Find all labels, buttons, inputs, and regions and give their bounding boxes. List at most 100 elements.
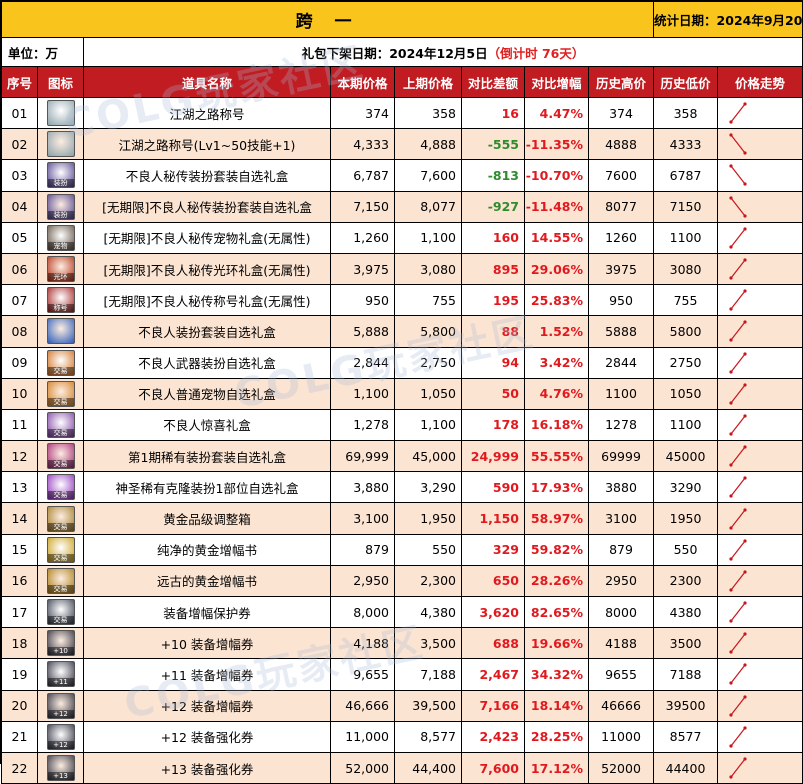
price-change-pct: 17.12% bbox=[524, 751, 589, 784]
history-low: 7188 bbox=[653, 658, 719, 691]
item-name: 神圣稀有克隆装扮1部位自选礼盒 bbox=[83, 471, 331, 504]
icon-tag: 装扮 bbox=[47, 210, 74, 219]
header-icon: 图标 bbox=[37, 66, 84, 98]
previous-price: 5,800 bbox=[394, 315, 462, 348]
history-low: 1100 bbox=[653, 221, 719, 254]
previous-price: 2,750 bbox=[394, 346, 462, 379]
previous-price: 39,500 bbox=[394, 689, 462, 722]
trend-line bbox=[730, 228, 746, 248]
history-high: 950 bbox=[587, 284, 655, 317]
previous-price: 755 bbox=[394, 284, 462, 317]
price-diff: 50 bbox=[461, 377, 525, 410]
price-diff: 895 bbox=[461, 252, 525, 286]
table-row: 13 交易 神圣稀有克隆装扮1部位自选礼盒 3,880 3,290 590 17.93% 38… bbox=[1, 471, 803, 504]
trend-up-sparkline bbox=[729, 414, 747, 436]
table-row: 07 称号 [无期限]不良人秘传称号礼盒(无属性) 950 755 195 25.83% 95… bbox=[1, 284, 803, 317]
row-no: 02 bbox=[1, 128, 38, 161]
trend-point bbox=[729, 276, 733, 280]
previous-price: 8,577 bbox=[394, 720, 462, 753]
price-change-pct: 18.14% bbox=[524, 689, 589, 722]
price-diff: -555 bbox=[461, 128, 525, 161]
icon-tag: 装扮 bbox=[47, 179, 74, 188]
row-icon: +13 bbox=[37, 751, 84, 784]
history-high: 5888 bbox=[587, 315, 655, 348]
trend-point bbox=[729, 196, 733, 200]
trend-point bbox=[729, 133, 733, 137]
history-low: 3080 bbox=[653, 252, 719, 286]
countdown: （倒计时 76天） bbox=[487, 45, 585, 61]
amplify-ticket-icon: +12 bbox=[46, 692, 75, 719]
item-name: +12 装备增幅券 bbox=[83, 689, 331, 722]
weapon-box-icon: 交易 bbox=[46, 349, 75, 376]
row-no: 13 bbox=[1, 471, 38, 504]
trend-up-sparkline bbox=[729, 476, 747, 498]
trend-point bbox=[729, 338, 733, 343]
table-row: 12 交易 第1期稀有装扮套装自选礼盒 69,999 45,000 24,999 55.55… bbox=[1, 440, 803, 473]
header-low: 历史低价 bbox=[653, 66, 719, 98]
previous-price: 45,000 bbox=[394, 440, 462, 473]
trend-point bbox=[743, 227, 747, 231]
table-row: 05 宠物 [无期限]不良人秘传宠物礼盒(无属性) 1,260 1,100 160 14.5… bbox=[1, 221, 803, 254]
trend-point bbox=[729, 557, 733, 561]
price-trend bbox=[717, 408, 803, 442]
history-high: 4188 bbox=[587, 627, 655, 660]
price-diff: 590 bbox=[461, 471, 525, 504]
price-trend bbox=[717, 658, 803, 691]
history-low: 3500 bbox=[653, 627, 719, 660]
row-icon: +12 bbox=[37, 689, 84, 722]
header-row: 序号 图标 道具名称 本期价格 上期价格 对比差额 对比增幅 历史高价 历史低价… bbox=[1, 66, 803, 98]
price-trend bbox=[717, 96, 803, 130]
blue-box-icon bbox=[46, 318, 75, 345]
row-icon: 光环 bbox=[37, 252, 84, 286]
icon-tag: 交易 bbox=[47, 460, 74, 469]
trend-point bbox=[743, 320, 747, 325]
trend-line bbox=[730, 353, 746, 372]
icon-tag: 交易 bbox=[47, 397, 74, 406]
current-price: 69,999 bbox=[330, 440, 395, 473]
price-trend bbox=[717, 346, 803, 379]
history-high: 9655 bbox=[587, 658, 655, 691]
row-no: 11 bbox=[1, 408, 38, 442]
history-low: 45000 bbox=[653, 440, 719, 473]
table-row: 21 +12 +12 装备强化券 11,000 8,577 2,423 28.25% 1100… bbox=[1, 720, 803, 753]
price-table: 跨 一 统计日期：2024年9月20日 单位：万 礼包下架日期：2024年12月… bbox=[0, 1, 803, 784]
icon-tag: 交易 bbox=[47, 428, 74, 437]
trend-point bbox=[743, 182, 747, 187]
price-trend bbox=[717, 377, 803, 410]
trend-point bbox=[729, 164, 733, 169]
sheet-title: 跨 一 bbox=[0, 1, 655, 38]
stat-date: 统计日期：2024年9月20日 bbox=[653, 1, 803, 38]
trend-point bbox=[743, 102, 747, 106]
trend-point bbox=[743, 507, 747, 512]
icon-tag: 宠物 bbox=[47, 241, 74, 250]
row-icon: 装扮 bbox=[37, 159, 84, 192]
row-no: 18 bbox=[1, 627, 38, 660]
price-change-pct: 28.26% bbox=[524, 564, 589, 598]
history-low: 44400 bbox=[653, 751, 719, 784]
trend-point bbox=[743, 663, 747, 668]
reinforce-ticket-icon: +12 bbox=[46, 723, 75, 750]
trend-line bbox=[730, 602, 746, 622]
table-row: 02 江湖之路称号(Lv1~50技能+1) 4,333 4,888 -555 -11.35… bbox=[1, 128, 803, 161]
previous-price: 2,300 bbox=[394, 564, 462, 598]
history-high: 374 bbox=[587, 96, 655, 130]
price-trend bbox=[717, 502, 803, 535]
trend-point bbox=[743, 258, 747, 262]
current-price: 52,000 bbox=[330, 751, 395, 784]
trend-point bbox=[729, 744, 733, 748]
item-name: 黄金品级调整箱 bbox=[83, 502, 331, 535]
price-diff: -927 bbox=[461, 190, 525, 223]
trend-point bbox=[729, 401, 733, 405]
price-trend bbox=[717, 284, 803, 317]
trend-up-sparkline bbox=[729, 351, 747, 374]
trend-line bbox=[730, 509, 746, 528]
history-high: 8077 bbox=[587, 190, 655, 223]
item-name: 不良人普通宠物自选礼盒 bbox=[83, 377, 331, 410]
trend-up-sparkline bbox=[729, 445, 747, 467]
price-diff: 24,999 bbox=[461, 440, 525, 473]
price-change-pct: 1.52% bbox=[524, 315, 589, 348]
pet-box-icon: 宠物 bbox=[46, 224, 75, 251]
trend-up-sparkline bbox=[729, 632, 747, 654]
previous-price: 550 bbox=[394, 533, 462, 566]
table-row: 20 +12 +12 装备增幅券 46,666 39,500 7,166 18.14% 466… bbox=[1, 689, 803, 722]
